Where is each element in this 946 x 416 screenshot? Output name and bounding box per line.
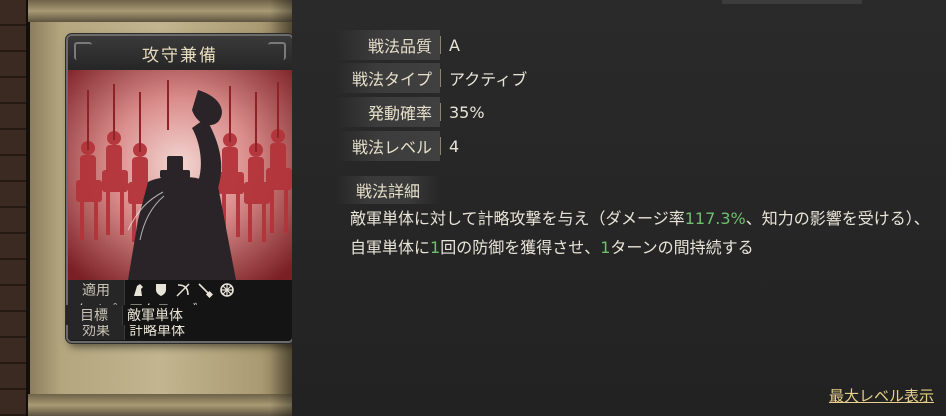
details-text-part: ターンの間持続する — [610, 238, 754, 257]
skill-illustration — [68, 70, 292, 280]
corner-ornament-left — [74, 42, 92, 60]
attr-probability: 発動確率 35% — [336, 97, 936, 127]
card-title: 攻守兼備 — [142, 45, 218, 66]
attr-probability-value: 35% — [449, 102, 485, 122]
card-title-bar: 攻守兼備 — [68, 36, 292, 71]
attr-quality-label: 戦法品質 — [336, 30, 440, 60]
attr-level-value: 4 — [449, 136, 460, 156]
shield-icon — [153, 282, 169, 298]
card-info-spacer — [68, 340, 292, 341]
attr-type-label: 戦法タイプ — [336, 63, 440, 93]
divider — [440, 36, 441, 54]
max-level-link[interactable]: 最大レベル表示 — [829, 385, 934, 406]
details-text: 敵軍単体に対して計略攻撃を与え（ダメージ率117.3%、知力の影響を受ける）、自… — [350, 204, 940, 262]
scroll-roll-bottom — [28, 394, 294, 416]
details-turn-count: 1 — [600, 238, 611, 257]
applicable-label: 適用 — [68, 280, 125, 300]
attr-probability-label: 発動確率 — [336, 97, 440, 127]
corner-ornament-right — [268, 42, 286, 60]
attr-type-value: アクティブ — [449, 70, 528, 89]
card-target-value: 敵軍単体 — [127, 308, 183, 324]
panel-top-edge — [722, 0, 862, 4]
bow-icon — [175, 282, 191, 298]
divider — [440, 69, 441, 87]
attr-level-label: 戦法レベル — [336, 131, 440, 161]
details-damage-rate: 117.3% — [684, 209, 746, 228]
skill-card[interactable]: 攻守兼備 適用 効果 計略単体 — [66, 34, 294, 343]
cavalry-icon — [131, 282, 147, 298]
skill-info-panel: 戦法品質 A 戦法タイプ アクティブ 発動確率 35% 戦法レベル 4 戦法詳細… — [292, 0, 946, 416]
card-target-label: 目標 — [66, 305, 123, 325]
details-text-part: 敵軍単体に対して計略攻撃を与え（ダメージ率 — [350, 209, 685, 228]
skill-detail-screen: 攻守兼備 適用 効果 計略単体 目標 敵軍単体 戦法品質 A 戦法タイプ アクテ… — [0, 0, 946, 416]
details-text-part: 回の防御を獲得させ、 — [440, 238, 601, 257]
divider — [440, 137, 441, 155]
attr-type: 戦法タイプ アクティブ — [336, 63, 936, 93]
spear-icon — [197, 282, 213, 298]
attr-quality: 戦法品質 A — [336, 30, 936, 60]
details-defense-count: 1 — [430, 238, 441, 257]
scroll-holder: 攻守兼備 適用 効果 計略単体 目標 敵軍単体 — [28, 0, 294, 416]
divider — [440, 103, 441, 121]
scroll-roll-top — [28, 0, 294, 22]
unit-icons — [125, 282, 235, 298]
attr-quality-value: A — [449, 35, 460, 55]
details-heading: 戦法詳細 — [336, 176, 440, 204]
wooden-wall — [0, 0, 30, 416]
card-target-row: 目標 敵軍単体 — [66, 305, 294, 325]
wheel-icon — [219, 282, 235, 298]
attr-level: 戦法レベル 4 — [336, 131, 936, 161]
applicable-units-row: 適用 — [68, 280, 292, 300]
